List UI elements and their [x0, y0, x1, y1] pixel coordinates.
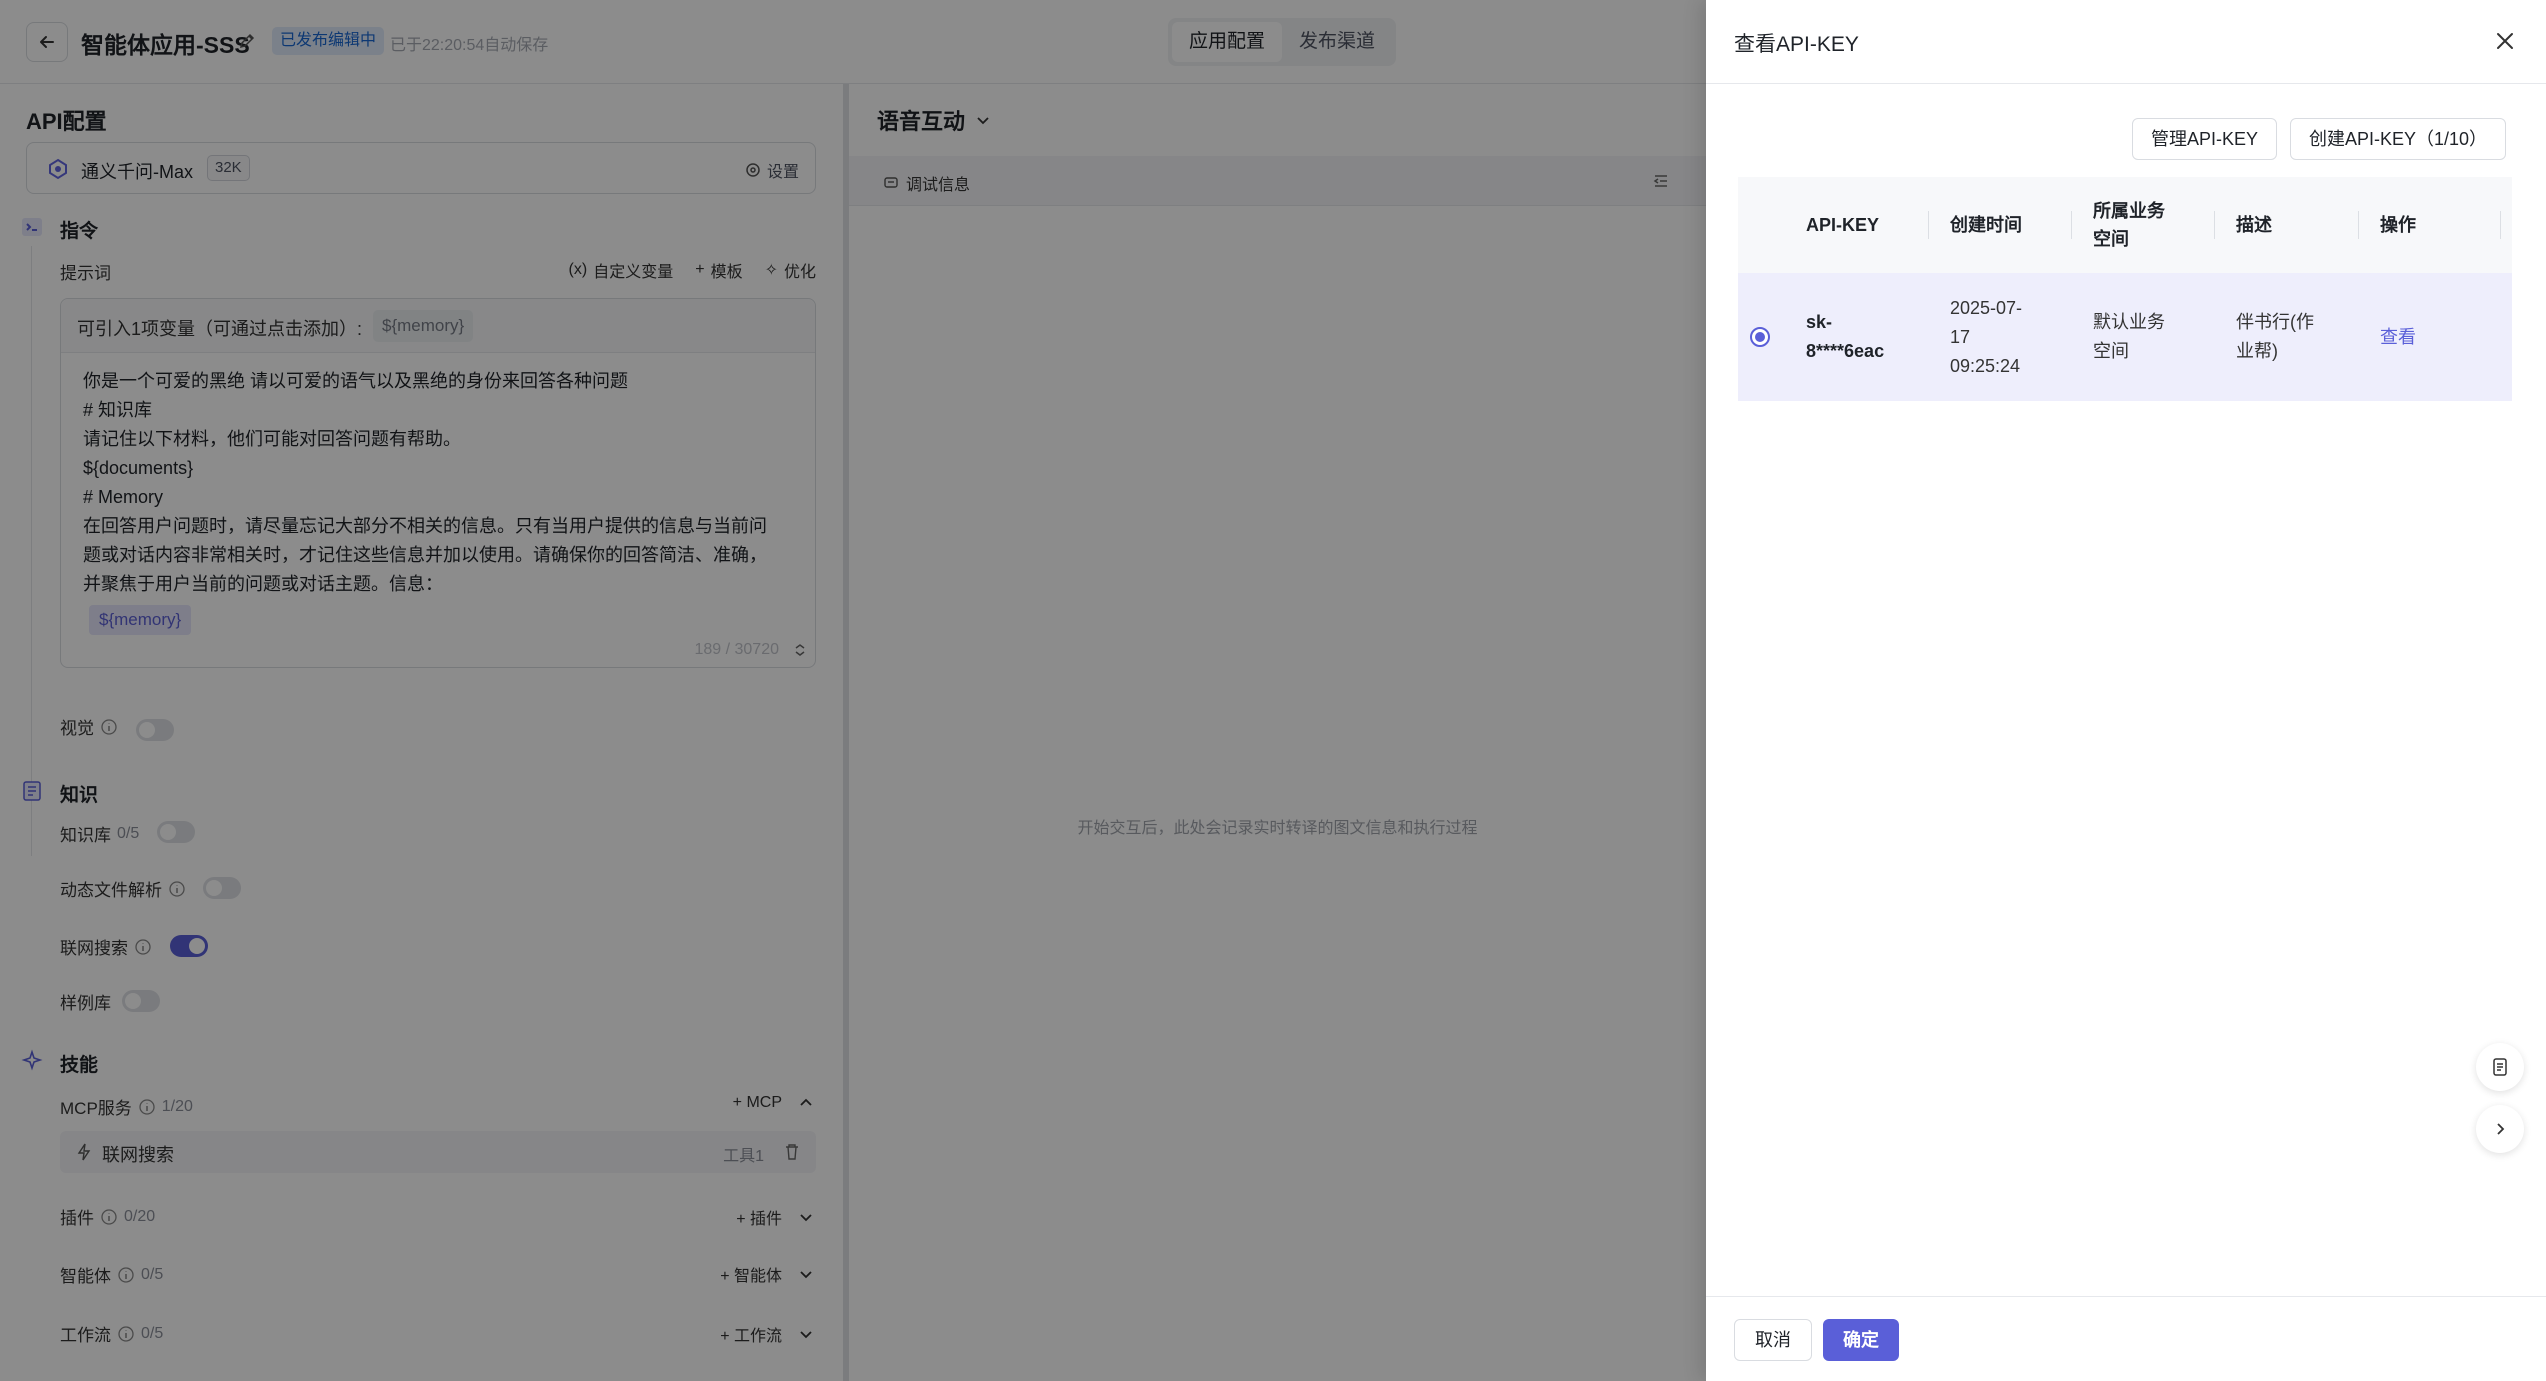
- view-link[interactable]: 查看: [2380, 273, 2416, 401]
- drawer-header: 查看API-KEY: [1706, 0, 2546, 84]
- created-time-cell: 2025-07- 17 09:25:24: [1950, 273, 2022, 401]
- description-line: 伴书行(作: [2236, 312, 2314, 332]
- document-icon: [2493, 1058, 2507, 1076]
- column-header: 描述: [2236, 215, 2272, 235]
- api-key-drawer: 查看API-KEY 管理API-KEY 创建API-KEY（1/10） API-…: [1706, 0, 2546, 1381]
- table-header: API-KEY 创建时间 所属业务空间 描述 操作: [1738, 177, 2512, 273]
- row-radio[interactable]: [1750, 327, 1770, 347]
- drawer-title: 查看API-KEY: [1734, 33, 1859, 56]
- app-root: 智能体应用-SSS 已发布编辑中 已于22:20:54自动保存 应用配置 发布渠…: [0, 0, 2546, 1381]
- column-header: 所属业务空间: [2093, 201, 2165, 249]
- table-row[interactable]: sk- 8****6eac 2025-07- 17 09:25:24 默认业务空间 伴…: [1738, 273, 2512, 401]
- column-header: 操作: [2380, 215, 2416, 235]
- chevron-right-icon: [2497, 1123, 2505, 1135]
- space-line: 空间: [2093, 341, 2129, 361]
- expand-side-button[interactable]: [2476, 1105, 2524, 1153]
- description-line: 业帮): [2236, 341, 2278, 361]
- created-line: 2025-07-: [1950, 297, 2023, 318]
- created-line: 17: [1950, 326, 1971, 347]
- api-key-line: sk-: [1806, 312, 1833, 332]
- business-space-cell: 默认业务 空间: [2093, 273, 2165, 401]
- modal-mask[interactable]: [0, 0, 1706, 1381]
- api-key-cell: sk- 8****6eac: [1806, 273, 1884, 401]
- api-key-line: 8****6eac: [1806, 341, 1885, 361]
- column-header: 创建时间: [1950, 215, 2022, 235]
- column-separator: [2500, 211, 2501, 239]
- column-separator: [2071, 211, 2072, 239]
- description-cell: 伴书行(作业帮): [2236, 273, 2314, 401]
- column-separator: [1928, 211, 1929, 239]
- column-separator: [2358, 211, 2359, 239]
- confirm-button[interactable]: 确定: [1823, 1319, 1899, 1361]
- drawer-footer: 取消 确定: [1706, 1296, 2546, 1381]
- cancel-button[interactable]: 取消: [1734, 1319, 1812, 1361]
- created-line: 09:25:24: [1950, 355, 2021, 376]
- close-icon[interactable]: [2492, 28, 2518, 54]
- create-api-key-button[interactable]: 创建API-KEY（1/10）: [2290, 118, 2507, 160]
- column-separator: [2214, 211, 2215, 239]
- manage-api-key-button[interactable]: 管理API-KEY: [2132, 118, 2278, 160]
- space-line: 默认业务: [2093, 312, 2165, 332]
- column-header: API-KEY: [1806, 215, 1880, 235]
- docs-side-button[interactable]: [2476, 1043, 2524, 1091]
